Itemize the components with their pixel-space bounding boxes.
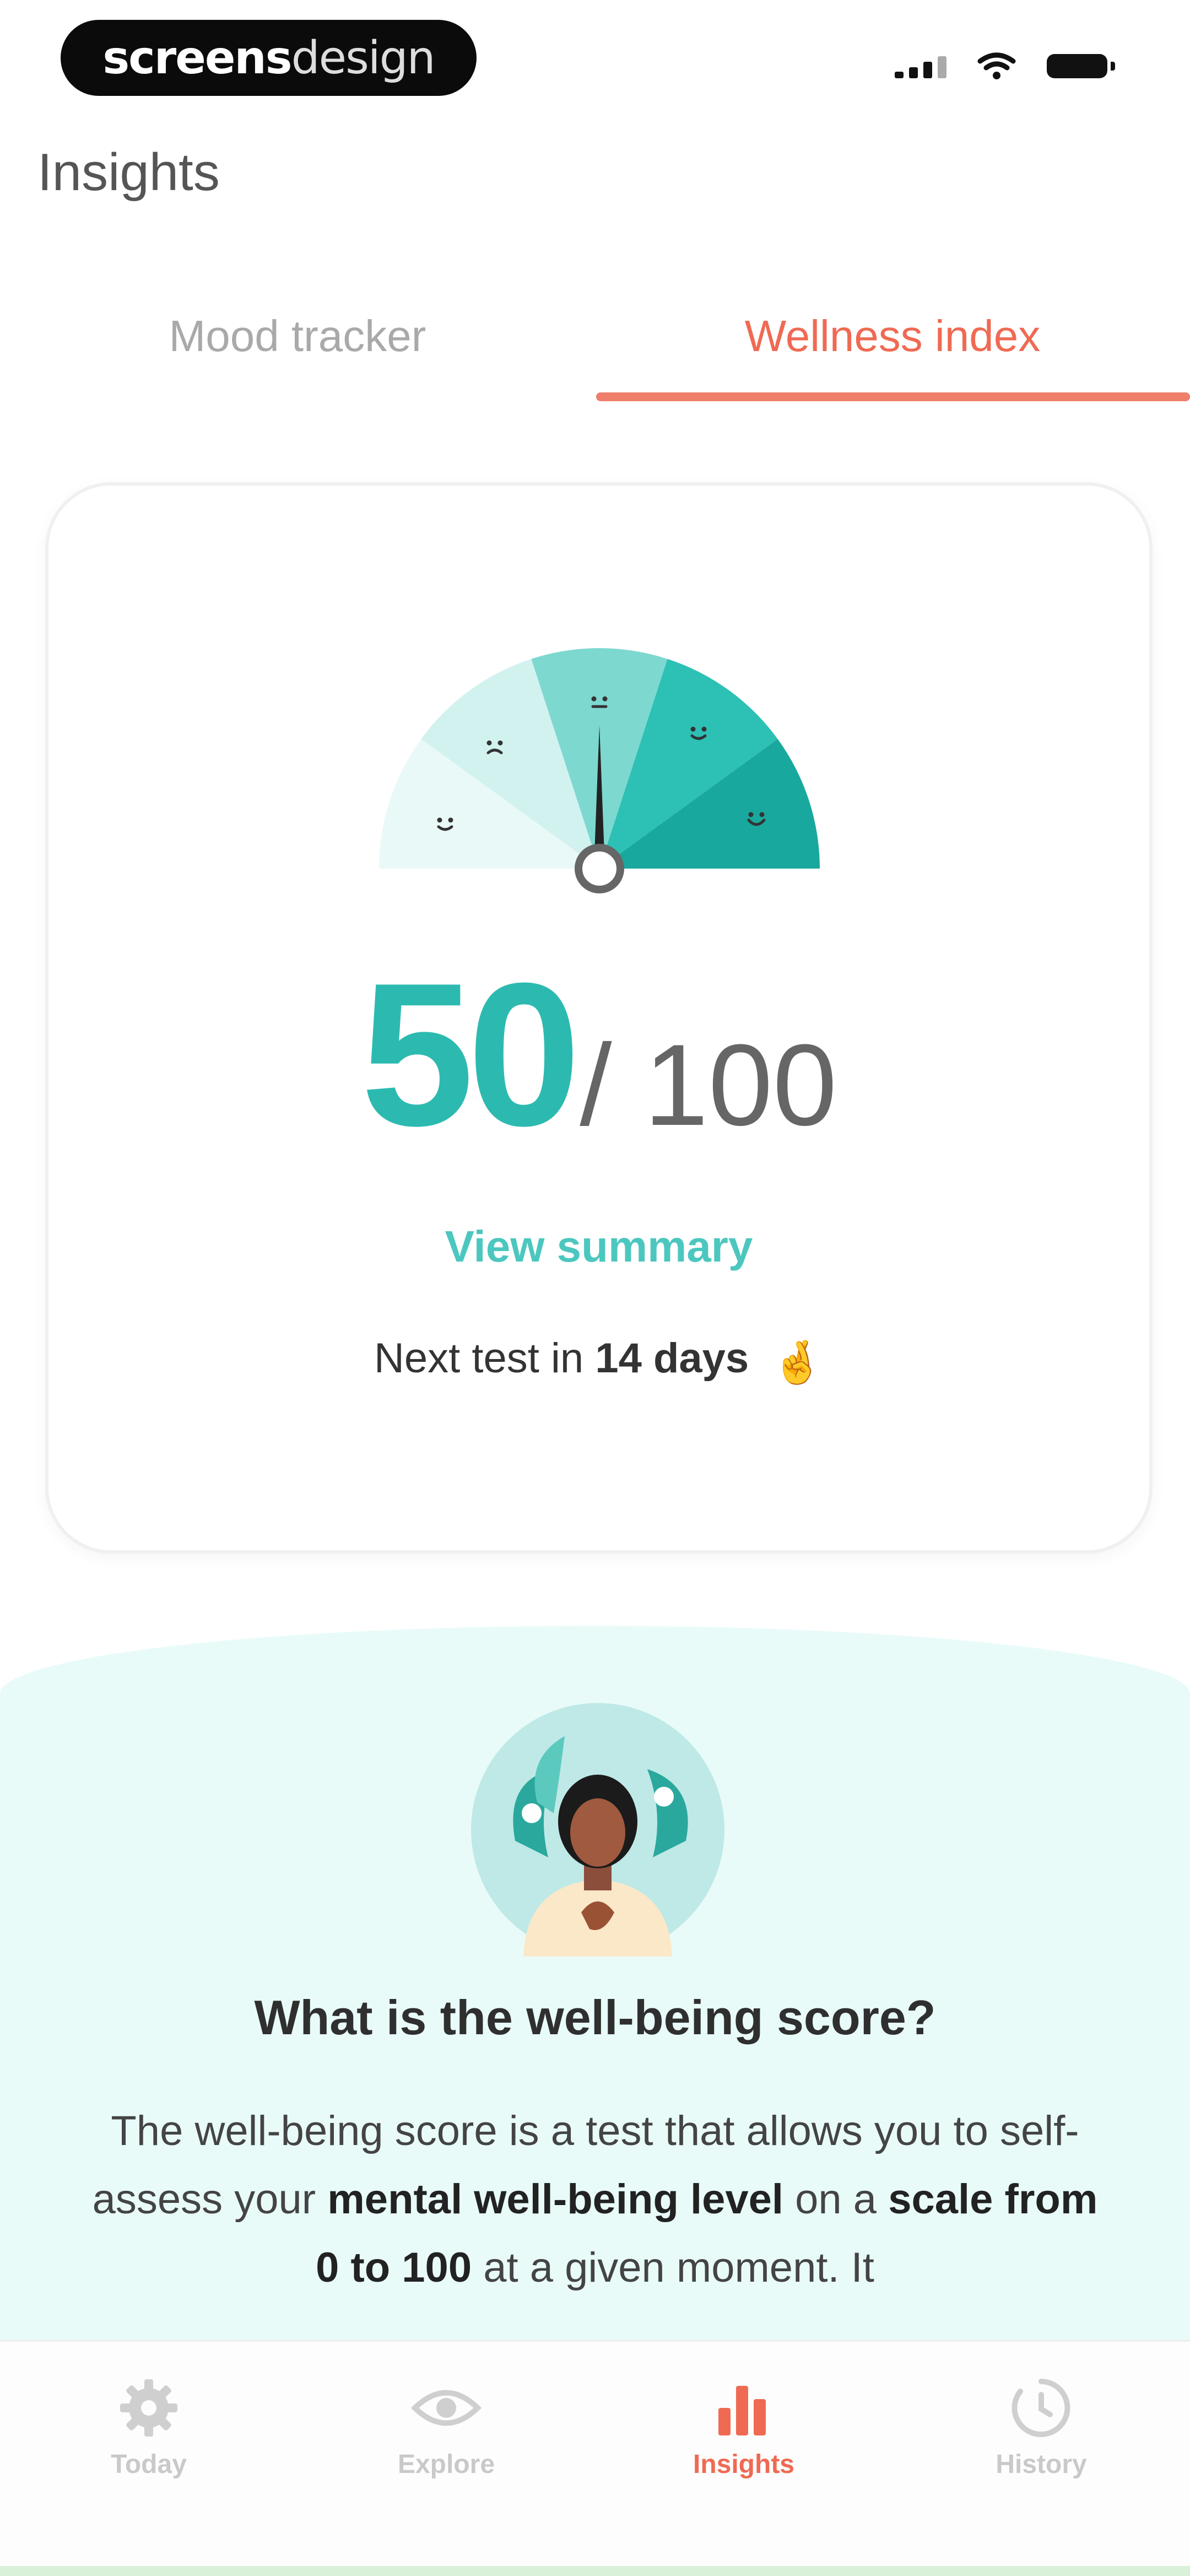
score-max: / 100 bbox=[580, 1020, 837, 1150]
view-summary-link[interactable]: View summary bbox=[48, 1221, 1149, 1272]
nav-label-insights: Insights bbox=[693, 2450, 794, 2479]
home-indicator bbox=[0, 2566, 1190, 2576]
tab-wellness-index[interactable]: Wellness index bbox=[595, 276, 1190, 397]
eye-icon bbox=[410, 2390, 482, 2426]
bar-chart-icon bbox=[718, 2386, 766, 2435]
nav-item-explore[interactable]: Explore bbox=[298, 2342, 595, 2507]
status-bar: screens design bbox=[0, 0, 1190, 127]
nav-item-history[interactable]: History bbox=[892, 2342, 1190, 2507]
info-body-part2: on a bbox=[795, 2176, 877, 2223]
score-display: 50/ 100 bbox=[48, 937, 1149, 1172]
next-test-info: Next test in 14 days 🤞 bbox=[48, 1334, 1149, 1387]
wellness-score-card: 50/ 100 View summary Next test in 14 day… bbox=[45, 482, 1153, 1554]
bottom-navigation: Today Explore Insights History bbox=[0, 2340, 1190, 2576]
wellbeing-info-panel: What is the well-being score? The well-b… bbox=[0, 1626, 1190, 2342]
info-body-part3: at a given moment. It bbox=[483, 2244, 874, 2291]
cellular-signal-icon bbox=[895, 54, 946, 78]
active-tab-indicator bbox=[596, 392, 1190, 401]
next-test-days: 14 days bbox=[595, 1335, 749, 1382]
next-test-prefix: Next test in bbox=[374, 1335, 584, 1382]
wellness-gauge bbox=[379, 648, 820, 893]
info-body: The well-being score is a test that allo… bbox=[88, 2097, 1102, 2302]
nav-item-today[interactable]: Today bbox=[0, 2342, 298, 2507]
brand-bold-text: screens bbox=[102, 31, 292, 84]
tab-bar: Mood tracker Wellness index bbox=[0, 276, 1190, 405]
page-title: Insights bbox=[37, 143, 220, 202]
wifi-icon bbox=[977, 52, 1016, 79]
crossed-fingers-icon: 🤞 bbox=[771, 1339, 824, 1386]
nav-label-explore: Explore bbox=[397, 2450, 495, 2479]
gear-icon bbox=[120, 2379, 177, 2437]
system-icons bbox=[895, 52, 1115, 80]
info-heading: What is the well-being score? bbox=[254, 1990, 936, 2045]
score-value: 50 bbox=[360, 941, 581, 1168]
info-body-bold1: mental well-being level bbox=[327, 2176, 784, 2223]
battery-icon bbox=[1047, 54, 1115, 78]
nav-label-history: History bbox=[996, 2450, 1087, 2479]
tab-mood-tracker[interactable]: Mood tracker bbox=[0, 276, 595, 397]
brand-logo: screens design bbox=[61, 20, 477, 96]
woman-meditation-illustration bbox=[471, 1703, 724, 1957]
brand-light-text: design bbox=[291, 31, 436, 84]
nav-item-insights[interactable]: Insights bbox=[595, 2342, 892, 2507]
clock-icon bbox=[1012, 2379, 1070, 2437]
nav-label-today: Today bbox=[111, 2450, 187, 2479]
